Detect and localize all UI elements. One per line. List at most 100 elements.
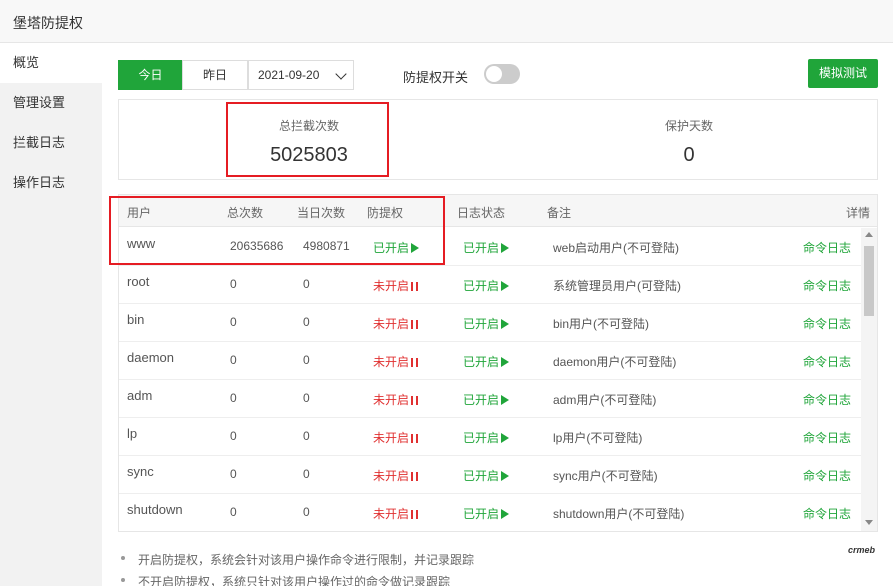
cell-user: www [127, 236, 156, 251]
pause-icon [411, 510, 419, 519]
cell-protect-toggle[interactable]: 未开启 [373, 277, 419, 294]
cell-log-toggle[interactable]: 已开启 [463, 467, 510, 484]
cell-protect-toggle[interactable]: 已开启 [373, 239, 420, 256]
cell-protect-toggle[interactable]: 未开启 [373, 505, 419, 522]
command-log-link[interactable]: 命令日志 [803, 239, 851, 256]
cell-total: 0 [230, 277, 237, 291]
table-row: shutdown 0 0 未开启 已开启 shutdown用户(不可登陆) 命令日志 [119, 494, 861, 531]
cell-user: bin [127, 312, 145, 327]
th-today: 当日次数 [297, 206, 346, 220]
table-row: root 0 0 未开启 已开启 系统管理员用户(可登陆) 命令日志 [119, 266, 861, 304]
cell-user: lp [127, 426, 138, 441]
protect-status-text: 未开启 [373, 469, 410, 483]
log-status-text: 已开启 [463, 355, 500, 369]
scroll-down-arrow-icon[interactable] [865, 520, 873, 525]
protect-status-text: 未开启 [373, 279, 410, 293]
notes-list: 开启防提权，系统会针对该用户操作命令进行限制，并记录跟踪 不开启防提权，系统只针… [118, 551, 858, 586]
cell-today: 0 [303, 315, 310, 329]
users-table: 用户 总次数 当日次数 防提权 日志状态 备注 详情 www 20635686 49… [118, 194, 878, 532]
protect-status-text: 未开启 [373, 393, 410, 407]
cell-today: 0 [303, 505, 310, 519]
sidebar: 概览 管理设置 拦截日志 操作日志 [0, 43, 102, 586]
cell-total: 0 [230, 353, 237, 367]
th-remark: 备注 [547, 206, 572, 220]
stats-panel: 总拦截次数 5025803 保护天数 0 [118, 99, 878, 180]
scroll-up-arrow-icon[interactable] [865, 232, 873, 237]
date-picker[interactable]: 2021-09-20 [248, 60, 354, 90]
cell-protect-toggle[interactable]: 未开启 [373, 391, 419, 408]
cell-remark: shutdown用户(不可登陆) [553, 507, 685, 521]
cell-user: shutdown [127, 502, 183, 517]
sidebar-item-overview[interactable]: 概览 [0, 43, 102, 83]
chevron-down-icon [335, 68, 347, 80]
cell-total: 0 [230, 315, 237, 329]
log-status-text: 已开启 [463, 317, 500, 331]
cell-protect-toggle[interactable]: 未开启 [373, 467, 419, 484]
table-row: www 20635686 4980871 已开启 已开启 web启动用户(不可登陆) 命令日… [119, 228, 861, 266]
cell-log-toggle[interactable]: 已开启 [463, 353, 510, 370]
play-icon [501, 509, 510, 519]
command-log-link[interactable]: 命令日志 [803, 277, 851, 294]
cell-protect-toggle[interactable]: 未开启 [373, 429, 419, 446]
cell-log-toggle[interactable]: 已开启 [463, 391, 510, 408]
th-log-status: 日志状态 [457, 206, 506, 220]
simulate-test-button[interactable]: 模拟测试 [808, 59, 878, 88]
date-value: 2021-09-20 [258, 68, 320, 82]
cell-log-toggle[interactable]: 已开启 [463, 505, 510, 522]
log-status-text: 已开启 [463, 279, 500, 293]
protect-status-text: 已开启 [373, 241, 410, 255]
command-log-link[interactable]: 命令日志 [803, 353, 851, 370]
protect-switch-toggle[interactable] [484, 64, 520, 84]
command-log-link[interactable]: 命令日志 [803, 315, 851, 332]
th-user: 用户 [127, 206, 152, 220]
table-row: adm 0 0 未开启 已开启 adm用户(不可登陆) 命令日志 [119, 380, 861, 418]
table-header: 用户 总次数 当日次数 防提权 日志状态 备注 详情 [119, 195, 877, 227]
cell-total: 0 [230, 505, 237, 519]
command-log-link[interactable]: 命令日志 [803, 467, 851, 484]
cell-protect-toggle[interactable]: 未开启 [373, 315, 419, 332]
cell-user: daemon [127, 350, 174, 365]
command-log-link[interactable]: 命令日志 [803, 505, 851, 522]
table-row: lp 0 0 未开启 已开启 lp用户(不可登陆) 命令日志 [119, 418, 861, 456]
cell-protect-toggle[interactable]: 未开启 [373, 353, 419, 370]
cell-user: adm [127, 388, 153, 403]
watermark-logo: crmeb [848, 545, 876, 555]
tab-yesterday[interactable]: 昨日 [182, 60, 248, 90]
command-log-link[interactable]: 命令日志 [803, 429, 851, 446]
command-log-link[interactable]: 命令日志 [803, 391, 851, 408]
log-status-text: 已开启 [463, 431, 500, 445]
play-icon [501, 471, 510, 481]
cell-remark: sync用户(不可登陆) [553, 469, 658, 483]
cell-remark: web启动用户(不可登陆) [553, 241, 680, 255]
stat-total-intercepts: 总拦截次数 5025803 [119, 100, 499, 179]
cell-log-toggle[interactable]: 已开启 [463, 239, 510, 256]
stat-days-label: 保护天数 [664, 119, 713, 133]
cell-today: 0 [303, 429, 310, 443]
th-total: 总次数 [227, 206, 264, 220]
play-icon [501, 281, 510, 291]
pause-icon [411, 434, 419, 443]
cell-remark: bin用户(不可登陆) [553, 317, 650, 331]
table-row: daemon 0 0 未开启 已开启 daemon用户(不可登陆) 命令日志 [119, 342, 861, 380]
protect-status-text: 未开启 [373, 317, 410, 331]
play-icon [501, 433, 510, 443]
log-status-text: 已开启 [463, 241, 500, 255]
cell-remark: 系统管理员用户(可登陆) [553, 279, 681, 293]
note-item: 开启防提权，系统会针对该用户操作命令进行限制，并记录跟踪 [118, 551, 858, 573]
sidebar-item-settings[interactable]: 管理设置 [0, 83, 102, 123]
cell-log-toggle[interactable]: 已开启 [463, 429, 510, 446]
table-scrollbar[interactable] [861, 228, 877, 531]
protect-status-text: 未开启 [373, 355, 410, 369]
tab-today[interactable]: 今日 [118, 60, 183, 90]
cell-log-toggle[interactable]: 已开启 [463, 277, 510, 294]
cell-user: sync [127, 464, 154, 479]
cell-remark: lp用户(不可登陆) [553, 431, 643, 445]
play-icon [501, 243, 510, 253]
sidebar-item-intercept-log[interactable]: 拦截日志 [0, 123, 102, 163]
cell-total: 0 [230, 429, 237, 443]
cell-total: 0 [230, 391, 237, 405]
scroll-thumb[interactable] [864, 246, 874, 316]
cell-log-toggle[interactable]: 已开启 [463, 315, 510, 332]
main-content: 今日 昨日 2021-09-20 防提权开关 模拟测试 总拦截次数 502580… [102, 43, 893, 586]
sidebar-item-operation-log[interactable]: 操作日志 [0, 163, 102, 203]
